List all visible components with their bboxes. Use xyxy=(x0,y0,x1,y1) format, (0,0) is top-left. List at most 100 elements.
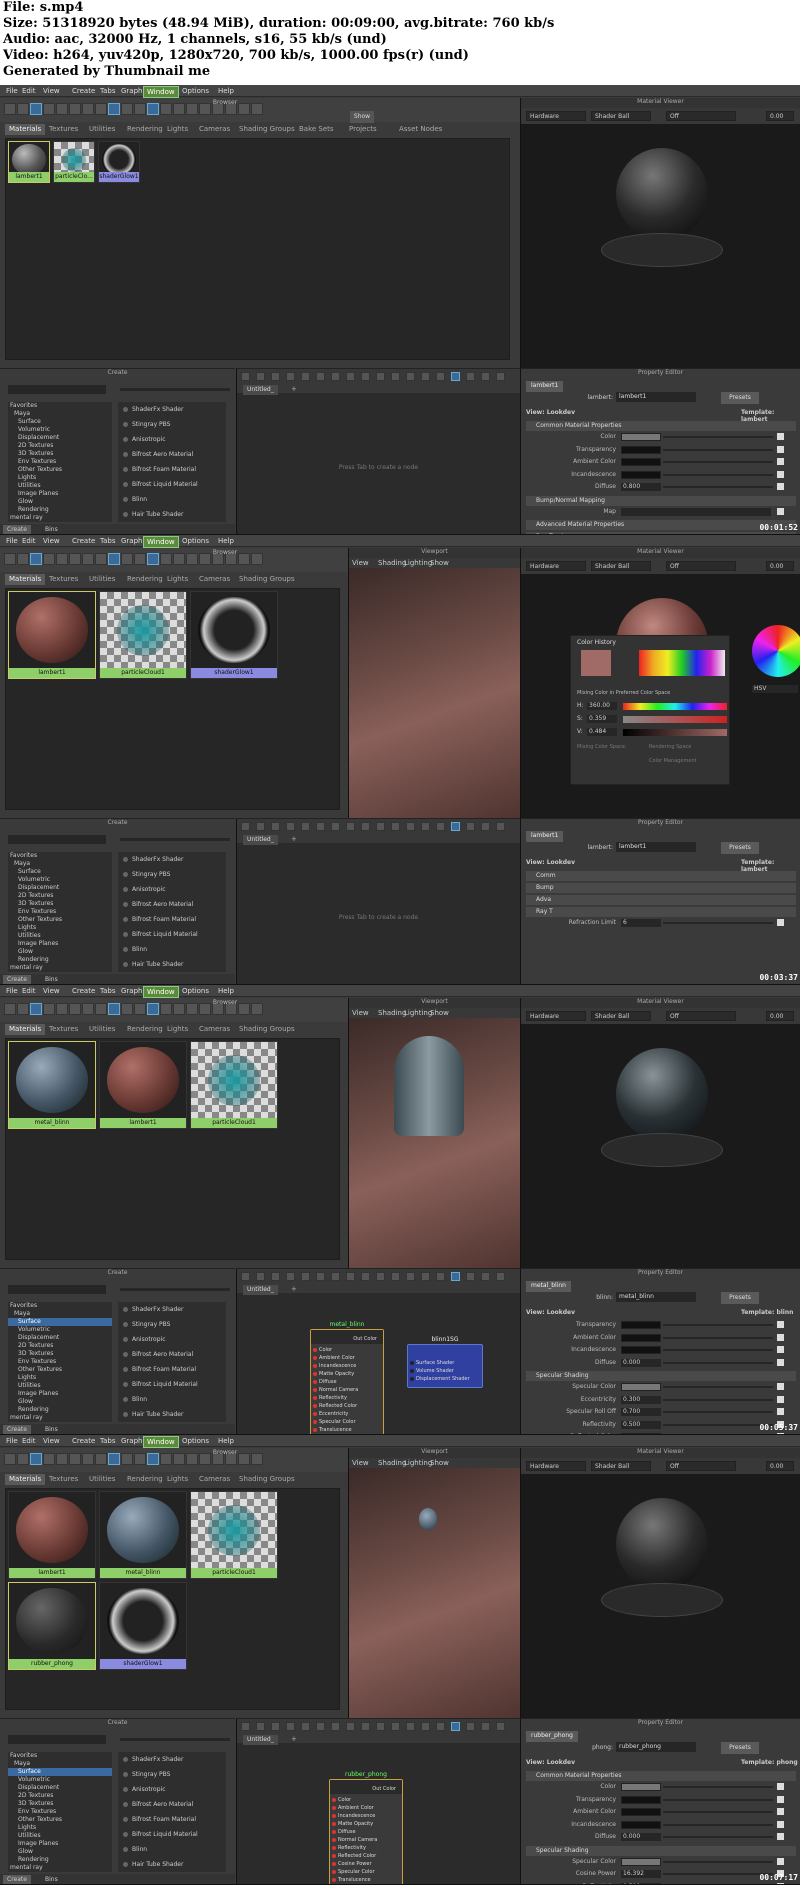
create-search-input[interactable] xyxy=(8,385,106,394)
node-attribute[interactable]: Ambient Color xyxy=(330,1804,402,1812)
tree-item[interactable]: Displacement xyxy=(8,884,112,892)
tree-item[interactable]: 3D Textures xyxy=(8,1800,112,1808)
node-editor-tool[interactable] xyxy=(436,822,445,831)
tab-cameras[interactable]: Cameras xyxy=(195,1024,234,1035)
menu-graph[interactable]: Graph xyxy=(118,536,145,546)
tree-item[interactable]: Volumetric xyxy=(8,426,112,434)
node-editor-tool[interactable] xyxy=(241,1272,250,1281)
node-editor-tool[interactable] xyxy=(316,822,325,831)
node-editor-tab[interactable]: Untitled_ xyxy=(243,835,278,845)
menu-create[interactable]: Create xyxy=(69,1436,98,1446)
property-section[interactable]: Common Material Properties xyxy=(526,1771,796,1781)
toolbar-button[interactable] xyxy=(4,1453,16,1465)
map-button-icon[interactable] xyxy=(777,1359,784,1366)
tab-asset-nodes[interactable]: Asset Nodes xyxy=(395,124,446,135)
node-editor-tool[interactable] xyxy=(316,372,325,381)
viewport-menu-lighting[interactable]: Lighting xyxy=(404,1009,432,1017)
menu-create[interactable]: Create xyxy=(69,536,98,546)
node-attribute[interactable]: Specular Color xyxy=(330,1868,402,1876)
tree-item[interactable]: 2D Textures xyxy=(8,1342,112,1350)
value-slider[interactable] xyxy=(663,922,773,924)
shader-item[interactable]: Anisotropic xyxy=(118,432,226,447)
color-slider[interactable] xyxy=(663,1824,773,1826)
tree-item[interactable]: Utilities xyxy=(8,1382,112,1390)
node-editor-tab[interactable]: Untitled_ xyxy=(243,385,278,395)
tab-cameras[interactable]: Cameras xyxy=(195,124,234,135)
menu-graph[interactable]: Graph xyxy=(118,86,145,96)
shader-node[interactable]: metal_blinnOut ColorColorAmbient ColorIn… xyxy=(310,1329,384,1435)
node-editor-tool[interactable] xyxy=(406,822,415,831)
toolbar-button[interactable] xyxy=(17,553,29,565)
viewport-menu-lighting[interactable]: Lighting xyxy=(404,559,432,567)
toolbar-button[interactable] xyxy=(30,1453,42,1465)
tab-textures[interactable]: Textures xyxy=(45,124,82,135)
viewport-menu-shading[interactable]: Shading xyxy=(378,1009,406,1017)
node-editor-tool[interactable] xyxy=(256,822,265,831)
node-attribute[interactable]: Surface Shader xyxy=(408,1359,482,1367)
color-swatch-field[interactable] xyxy=(621,1346,661,1354)
tab-lights[interactable]: Lights xyxy=(163,1474,192,1485)
color-swatch-field[interactable] xyxy=(621,446,661,454)
node-editor-tool[interactable] xyxy=(421,822,430,831)
swatch-size-slider[interactable] xyxy=(120,1738,230,1741)
material-swatch[interactable]: rubber_phong xyxy=(8,1582,96,1670)
node-editor-tool[interactable] xyxy=(391,822,400,831)
color-wheel[interactable] xyxy=(752,625,800,677)
tab-lights[interactable]: Lights xyxy=(163,1024,192,1035)
menu-create[interactable]: Create xyxy=(69,986,98,996)
add-tab-icon[interactable]: + xyxy=(291,1285,297,1293)
node-editor-tool[interactable] xyxy=(376,1272,385,1281)
shader-item[interactable]: Bifrost Liquid Material xyxy=(118,1377,226,1392)
tree-item[interactable]: Rendering xyxy=(8,1406,112,1414)
shader-item[interactable]: Anisotropic xyxy=(118,1782,226,1797)
node-attribute[interactable]: Normal Camera xyxy=(330,1836,402,1844)
menu-tabs[interactable]: Tabs xyxy=(97,986,119,996)
toolbar-button[interactable] xyxy=(4,553,16,565)
tab-materials[interactable]: Materials xyxy=(5,1474,45,1485)
property-tab[interactable]: lambert1 xyxy=(526,381,563,392)
node-attribute[interactable]: Volume Shader xyxy=(408,1367,482,1375)
shader-item[interactable]: Blinn xyxy=(118,1842,226,1857)
tree-item[interactable]: Displacement xyxy=(8,1334,112,1342)
tab-create[interactable]: Create xyxy=(3,975,31,984)
property-section[interactable]: Bump xyxy=(526,883,796,893)
node-attribute[interactable]: Incandescence xyxy=(330,1812,402,1820)
node-editor-tool[interactable] xyxy=(271,822,280,831)
shader-item[interactable]: Bifrost Liquid Material xyxy=(118,1827,226,1842)
menu-options[interactable]: Options xyxy=(179,86,212,96)
tree-item[interactable]: Glow xyxy=(8,1398,112,1406)
shader-item[interactable]: Bifrost Aero Material xyxy=(118,1347,226,1362)
tree-item[interactable]: Maya xyxy=(8,1760,112,1768)
color-swatch-field[interactable] xyxy=(621,1383,661,1391)
node-attribute[interactable]: Diffuse xyxy=(330,1828,402,1836)
tab-rendering[interactable]: Rendering xyxy=(123,574,167,585)
create-search-input[interactable] xyxy=(8,1285,106,1294)
color-swatch-field[interactable] xyxy=(621,1321,661,1329)
environment-select[interactable]: Off xyxy=(666,1011,736,1021)
create-search-input[interactable] xyxy=(8,1735,106,1744)
viewport-menu-view[interactable]: View xyxy=(352,1459,369,1467)
tree-item[interactable]: Lights xyxy=(8,474,112,482)
node-editor-tool[interactable] xyxy=(331,1722,340,1731)
node-editor-tool[interactable] xyxy=(421,372,430,381)
map-button-icon[interactable] xyxy=(777,458,784,465)
shader-item[interactable]: Blinn xyxy=(118,1392,226,1407)
toolbar-button[interactable] xyxy=(56,553,68,565)
map-button-icon[interactable] xyxy=(777,1833,784,1840)
tab-shading-groups[interactable]: Shading Groups xyxy=(235,124,299,135)
tree-item[interactable]: Utilities xyxy=(8,1832,112,1840)
menu-edit[interactable]: Edit xyxy=(19,536,39,546)
menu-view[interactable]: View xyxy=(40,86,63,96)
tree-item[interactable]: Image Planes xyxy=(8,940,112,948)
show-button[interactable]: Show xyxy=(350,111,374,123)
node-attribute[interactable]: Translucence xyxy=(311,1426,383,1434)
exposure-field[interactable]: 0.00 xyxy=(766,1461,794,1471)
node-editor-tool[interactable] xyxy=(271,372,280,381)
shader-node[interactable]: rubber_phongOut ColorColorAmbient ColorI… xyxy=(329,1779,403,1885)
map-button-icon[interactable] xyxy=(777,1783,784,1790)
shader-item[interactable]: ShaderFx Shader xyxy=(118,402,226,417)
node-attribute[interactable]: Displacement Shader xyxy=(408,1375,482,1383)
toolbar-button[interactable] xyxy=(82,103,94,115)
tab-bins[interactable]: Bins xyxy=(41,1425,62,1434)
node-editor-tool[interactable] xyxy=(496,1722,505,1731)
